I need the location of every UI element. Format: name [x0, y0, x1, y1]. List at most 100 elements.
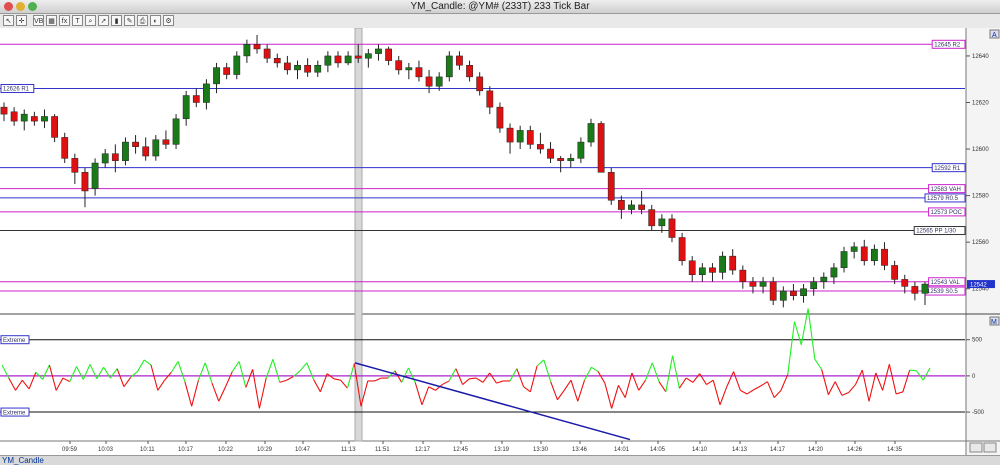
- bar-button[interactable]: ▮: [111, 15, 122, 26]
- price-scale-label: A: [992, 32, 997, 39]
- time-tick-label: 13:46: [572, 447, 588, 453]
- color-icon: ◐: [153, 18, 158, 25]
- chart-toolbar: ↖ ✛ VB ▦ fx T ⌕ ➚ ▮ ✎ ⎙ ◐ ⚙: [0, 14, 1000, 29]
- candle-down: [385, 48, 392, 61]
- pivot-level-label: 12579 R0.5: [927, 196, 959, 202]
- candle-up: [516, 130, 524, 143]
- candle-down: [111, 153, 119, 161]
- scroll-forward-button[interactable]: [983, 442, 997, 453]
- candle-up: [294, 64, 301, 71]
- arrow-button[interactable]: ➚: [98, 15, 109, 26]
- crosshair-icon: ✛: [18, 18, 25, 25]
- time-tick-label: 10:29: [257, 447, 273, 453]
- time-tick-label: 13:19: [494, 447, 510, 453]
- chart-area[interactable]: AM1254012560125801260012620126405000-500…: [0, 28, 1000, 455]
- candle-up: [820, 276, 828, 282]
- time-tick-label: 11:51: [375, 447, 390, 453]
- pivot-level-label: 12539 S0.5: [927, 289, 958, 295]
- color-button[interactable]: ◐: [150, 15, 161, 26]
- time-tick-label: 12:45: [453, 447, 469, 453]
- time-tick-label: 14:01: [614, 447, 630, 453]
- candle-down: [729, 255, 737, 271]
- candle-down: [547, 148, 554, 159]
- candle-down: [739, 269, 747, 282]
- candle-up: [375, 48, 382, 54]
- candle-down: [769, 281, 777, 301]
- time-tick-label: 09:59: [62, 447, 78, 453]
- candle-down: [709, 267, 716, 273]
- candle-down: [496, 106, 504, 129]
- oscillator-segment: [909, 369, 917, 372]
- candle-down: [263, 48, 271, 59]
- candle-down: [537, 144, 544, 150]
- crosshair-button[interactable]: ✛: [16, 15, 27, 26]
- price-tick-label: 12640: [972, 54, 989, 60]
- candle-down: [860, 246, 868, 262]
- print-button[interactable]: ⎙: [137, 15, 148, 26]
- candle-up: [203, 83, 210, 103]
- candle-up: [172, 118, 180, 145]
- osc-tick-label: 500: [972, 338, 983, 344]
- pivot-level-label: 12645 R2: [934, 42, 961, 48]
- candle-up: [152, 139, 160, 157]
- candle-down: [81, 172, 89, 192]
- candle-down: [638, 204, 646, 210]
- candle-up: [840, 251, 848, 269]
- candle-up: [213, 67, 220, 85]
- candle-down: [10, 111, 18, 122]
- text-tool-button[interactable]: T: [72, 15, 83, 26]
- candle-down: [304, 64, 312, 73]
- gear-button[interactable]: ⚙: [163, 15, 174, 26]
- candle-up: [182, 95, 190, 120]
- time-tick-label: 10:03: [98, 447, 114, 453]
- candle-down: [597, 123, 605, 173]
- time-tick-label: 10:11: [140, 447, 155, 453]
- candle-up: [122, 141, 129, 161]
- candle-up: [850, 246, 858, 252]
- candle-down: [476, 76, 484, 92]
- osc-scale-label: M: [991, 319, 997, 326]
- candle-down: [334, 55, 342, 64]
- palette-button[interactable]: ✎: [124, 15, 135, 26]
- volume-bars-button[interactable]: VB: [33, 15, 44, 26]
- candle-down: [688, 260, 696, 276]
- price-tick-label: 12620: [972, 100, 989, 106]
- zoom-button[interactable]: ⌕: [85, 15, 96, 26]
- cursor-icon: ↖: [5, 18, 12, 25]
- volume-bars-icon: VB: [34, 18, 44, 25]
- osc-tick-label: -500: [972, 410, 985, 416]
- candle-up: [587, 123, 595, 143]
- window-titlebar: YM_Candle: @YM# (233T) 233 Tick Bar: [0, 0, 1000, 14]
- candle-down: [142, 146, 150, 157]
- candle-down: [466, 64, 473, 78]
- candle-down: [749, 281, 757, 287]
- time-tick-label: 10:17: [178, 447, 194, 453]
- candle-down: [192, 95, 200, 103]
- arrow-icon: ➚: [100, 18, 107, 25]
- pivot-level-label: 12543 VAL: [931, 280, 961, 286]
- time-tick-label: 11:13: [341, 447, 356, 453]
- candle-up: [324, 55, 332, 66]
- candle-up: [698, 267, 706, 276]
- candle-down: [557, 158, 565, 161]
- cursor-button[interactable]: ↖: [3, 15, 14, 26]
- palette-icon: ✎: [126, 18, 133, 25]
- grid-button[interactable]: ▦: [46, 15, 57, 26]
- candle-down: [162, 139, 170, 145]
- selected-bar-highlight: [354, 28, 363, 442]
- candle-down: [425, 76, 433, 87]
- scroll-back-button[interactable]: [969, 442, 983, 453]
- candle-down: [51, 116, 58, 138]
- print-icon: ⎙: [139, 18, 146, 25]
- candle-up: [364, 53, 372, 59]
- candle-up: [20, 113, 28, 122]
- window-title: YM_Candle: @YM# (233T) 233 Tick Bar: [410, 1, 590, 12]
- time-tick-label: 14:17: [770, 447, 786, 453]
- candle-down: [415, 67, 423, 78]
- candle-down: [71, 158, 79, 173]
- candle-down: [901, 279, 909, 287]
- candle-up: [41, 116, 48, 122]
- fx-button[interactable]: fx: [59, 15, 70, 26]
- time-tick-label: 14:26: [847, 447, 863, 453]
- candle-down: [617, 200, 625, 210]
